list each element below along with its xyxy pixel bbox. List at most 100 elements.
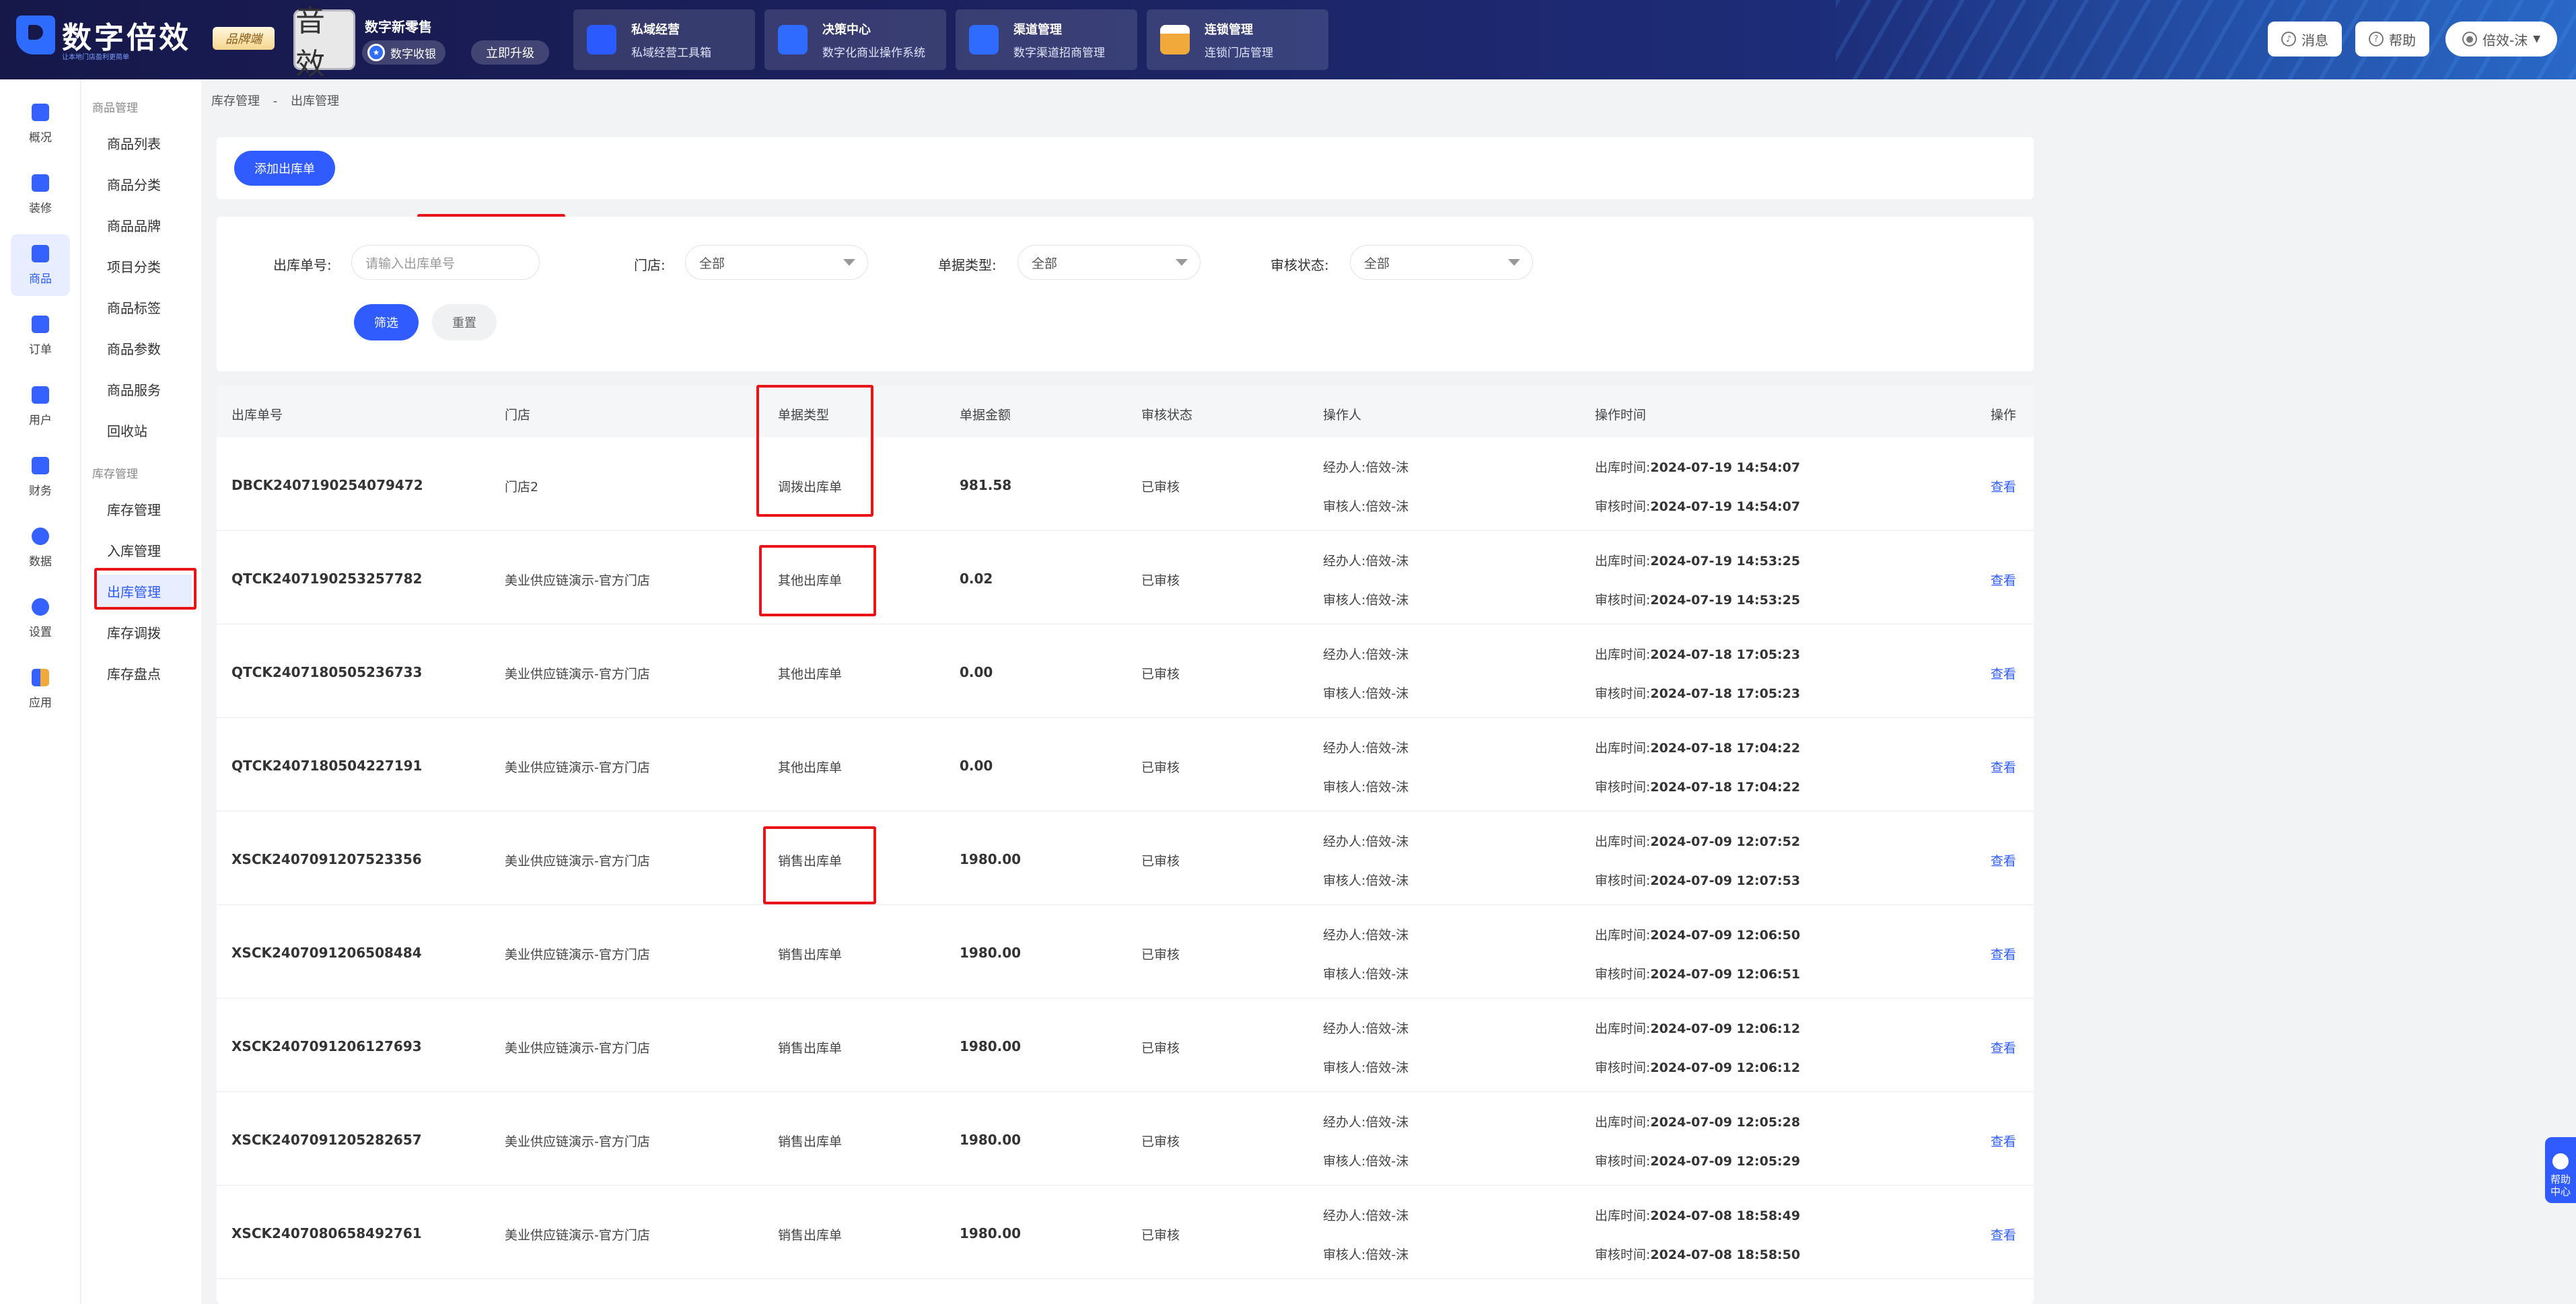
view-link[interactable]: 查看 [1991,571,2016,589]
store-cell: 美业供应链演示-官方门店 [505,573,650,588]
out-time-prefix: 出库时间: [1595,1021,1651,1036]
brand-logo[interactable]: 数字倍效 让本地门店盈利更简单 [16,13,191,61]
status-select[interactable]: 全部 [1350,245,1533,280]
view-link[interactable]: 查看 [1991,758,2016,776]
amount-cell: 1980.00 [960,1132,1022,1148]
handler-line: 经办人:倍效-沫 [1323,832,1408,850]
subnav-item-stock-in[interactable]: 入库管理 [107,534,188,569]
handler-line: 经办人:倍效-沫 [1323,1112,1408,1130]
add-stock-out-button[interactable]: 添加出库单 [234,151,335,186]
apps-grid-icon [32,668,49,686]
type-select[interactable]: 全部 [1017,245,1201,280]
status-badge: 已审核 [1141,667,1180,682]
cashier-tag[interactable]: ★ 数字收银 [362,40,445,65]
nav-settings[interactable]: 设置 [11,587,70,649]
subnav-group-inventory: 库存管理 [92,468,138,481]
view-link[interactable]: 查看 [1991,1132,2016,1150]
table-header: 出库单号 门店 单据类型 单据金额 审核状态 操作人 操作时间 操作 [217,386,2034,437]
auditor-line: 审核人:倍效-沫 [1323,497,1408,515]
nav-orders[interactable]: 订单 [11,305,70,367]
subnav-item-recycle-bin[interactable]: 回收站 [107,414,188,449]
subnav-item-goods-params[interactable]: 商品参数 [107,332,188,367]
amount-cell: 1980.00 [960,1225,1022,1241]
subnav-item-inventory[interactable]: 库存管理 [107,493,188,528]
amount-cell: 1980.00 [960,851,1022,867]
audit-time-line: 审核时间:2024-07-09 12:07:53 [1595,871,1800,889]
auditor-name: 倍效-沫 [1365,593,1409,608]
auditor-line: 审核人:倍效-沫 [1323,590,1408,608]
amount-cell: 0.02 [960,571,993,587]
subnav-item-goods-category[interactable]: 商品分类 [107,168,188,203]
auditor-prefix: 审核人: [1323,1154,1366,1169]
view-link[interactable]: 查看 [1991,851,2016,869]
chevron-down-icon: ▼ [2533,34,2540,44]
nav-apps[interactable]: 应用 [11,658,70,720]
breadcrumb-parent[interactable]: 库存管理 [211,94,260,108]
view-link[interactable]: 查看 [1991,1038,2016,1056]
subnav-item-project-category[interactable]: 项目分类 [107,250,188,285]
question-icon: ? [2369,32,2384,46]
chevron-down-icon [1176,259,1188,266]
store-cell: 美业供应链演示-官方门店 [505,947,650,962]
subnav-item-goods-list[interactable]: 商品列表 [107,126,188,161]
out-time-prefix: 出库时间: [1595,928,1651,943]
help-button[interactable]: ? 帮助 [2355,22,2429,57]
store-cell: 美业供应链演示-官方门店 [505,1041,650,1056]
auditor-name: 倍效-沫 [1365,873,1409,888]
message-label: 消息 [2301,32,2328,48]
reset-button[interactable]: 重置 [432,304,497,340]
help-center-widget[interactable]: 帮助中心 [2545,1137,2576,1203]
user-menu[interactable]: ● 倍效-沫 ▼ [2445,22,2557,57]
audit-time-prefix: 审核时间: [1595,873,1651,888]
col-order-no: 出库单号 [231,408,283,423]
store-select-value: 全部 [699,256,725,271]
subnav-item-stocktake[interactable]: 库存盘点 [107,657,188,692]
status-select-value: 全部 [1364,256,1390,271]
order-no-input[interactable]: 请输入出库单号 [351,245,540,280]
overview-icon [32,103,49,121]
nav-goods[interactable]: 商品 [11,234,70,296]
handler-prefix: 经办人: [1323,1115,1366,1130]
out-time-value: 2024-07-19 14:53:25 [1650,554,1801,569]
order-no-label: 出库单号: [273,257,332,273]
subnav-item-goods-tag[interactable]: 商品标签 [107,291,188,326]
subnav-item-transfer[interactable]: 库存调拨 [107,616,188,651]
audit-time-line: 审核时间:2024-07-09 12:05:29 [1595,1151,1800,1169]
store-cell: 门店2 [505,480,539,495]
nav-finance[interactable]: 财务 [11,446,70,508]
filter-card: 出库单号: 请输入出库单号 门店: 全部 单据类型: 全部 审核状态: 全部 筛… [217,217,2034,371]
nav-overview[interactable]: 概况 [11,93,70,155]
module-private-domain[interactable]: 私域经营 私域经营工具箱 [573,9,755,70]
chat-heart-icon [2552,1153,2569,1169]
nav-decoration[interactable]: 装修 [11,164,70,225]
view-link[interactable]: 查看 [1991,1225,2016,1243]
module-channel-management[interactable]: 渠道管理 数字渠道招商管理 [956,9,1137,70]
table-row: QTCK2407180504227191 美业供应链演示-官方门店 其他出库单 0.0… [217,718,2034,811]
view-link[interactable]: 查看 [1991,477,2016,495]
view-link[interactable]: 查看 [1991,945,2016,963]
upgrade-button[interactable]: 立即升级 [471,40,549,65]
module-chain-management[interactable]: 连锁管理 连锁门店管理 [1147,9,1328,70]
user-icon: ● [2462,32,2477,46]
nav-data[interactable]: 数据 [11,517,70,579]
module-decision-center[interactable]: 决策中心 数字化商业操作系统 [764,9,946,70]
col-status: 审核状态 [1141,408,1193,423]
table-row: XSCK2407091206508484 美业供应链演示-官方门店 销售出库单 198… [217,905,2034,999]
channel-management-icon [969,25,999,55]
status-badge: 已审核 [1141,480,1180,495]
status-badge: 已审核 [1141,854,1180,869]
module-subtitle: 数字化商业操作系统 [822,46,925,60]
nav-users[interactable]: 用户 [11,375,70,437]
subnav-item-goods-service[interactable]: 商品服务 [107,373,188,408]
view-link[interactable]: 查看 [1991,664,2016,682]
handler-line: 经办人:倍效-沫 [1323,551,1408,569]
finance-icon [32,456,49,474]
filter-button[interactable]: 筛选 [354,304,419,340]
shop-avatar[interactable]: 音效 [293,4,355,79]
auditor-prefix: 审核人: [1323,873,1366,888]
subnav-item-stock-out[interactable]: 出库管理 [95,575,192,610]
subnav-item-goods-brand[interactable]: 商品品牌 [107,209,188,244]
handler-name: 倍效-沫 [1365,554,1409,569]
message-button[interactable]: ♪ 消息 [2268,22,2342,57]
store-select[interactable]: 全部 [685,245,868,280]
